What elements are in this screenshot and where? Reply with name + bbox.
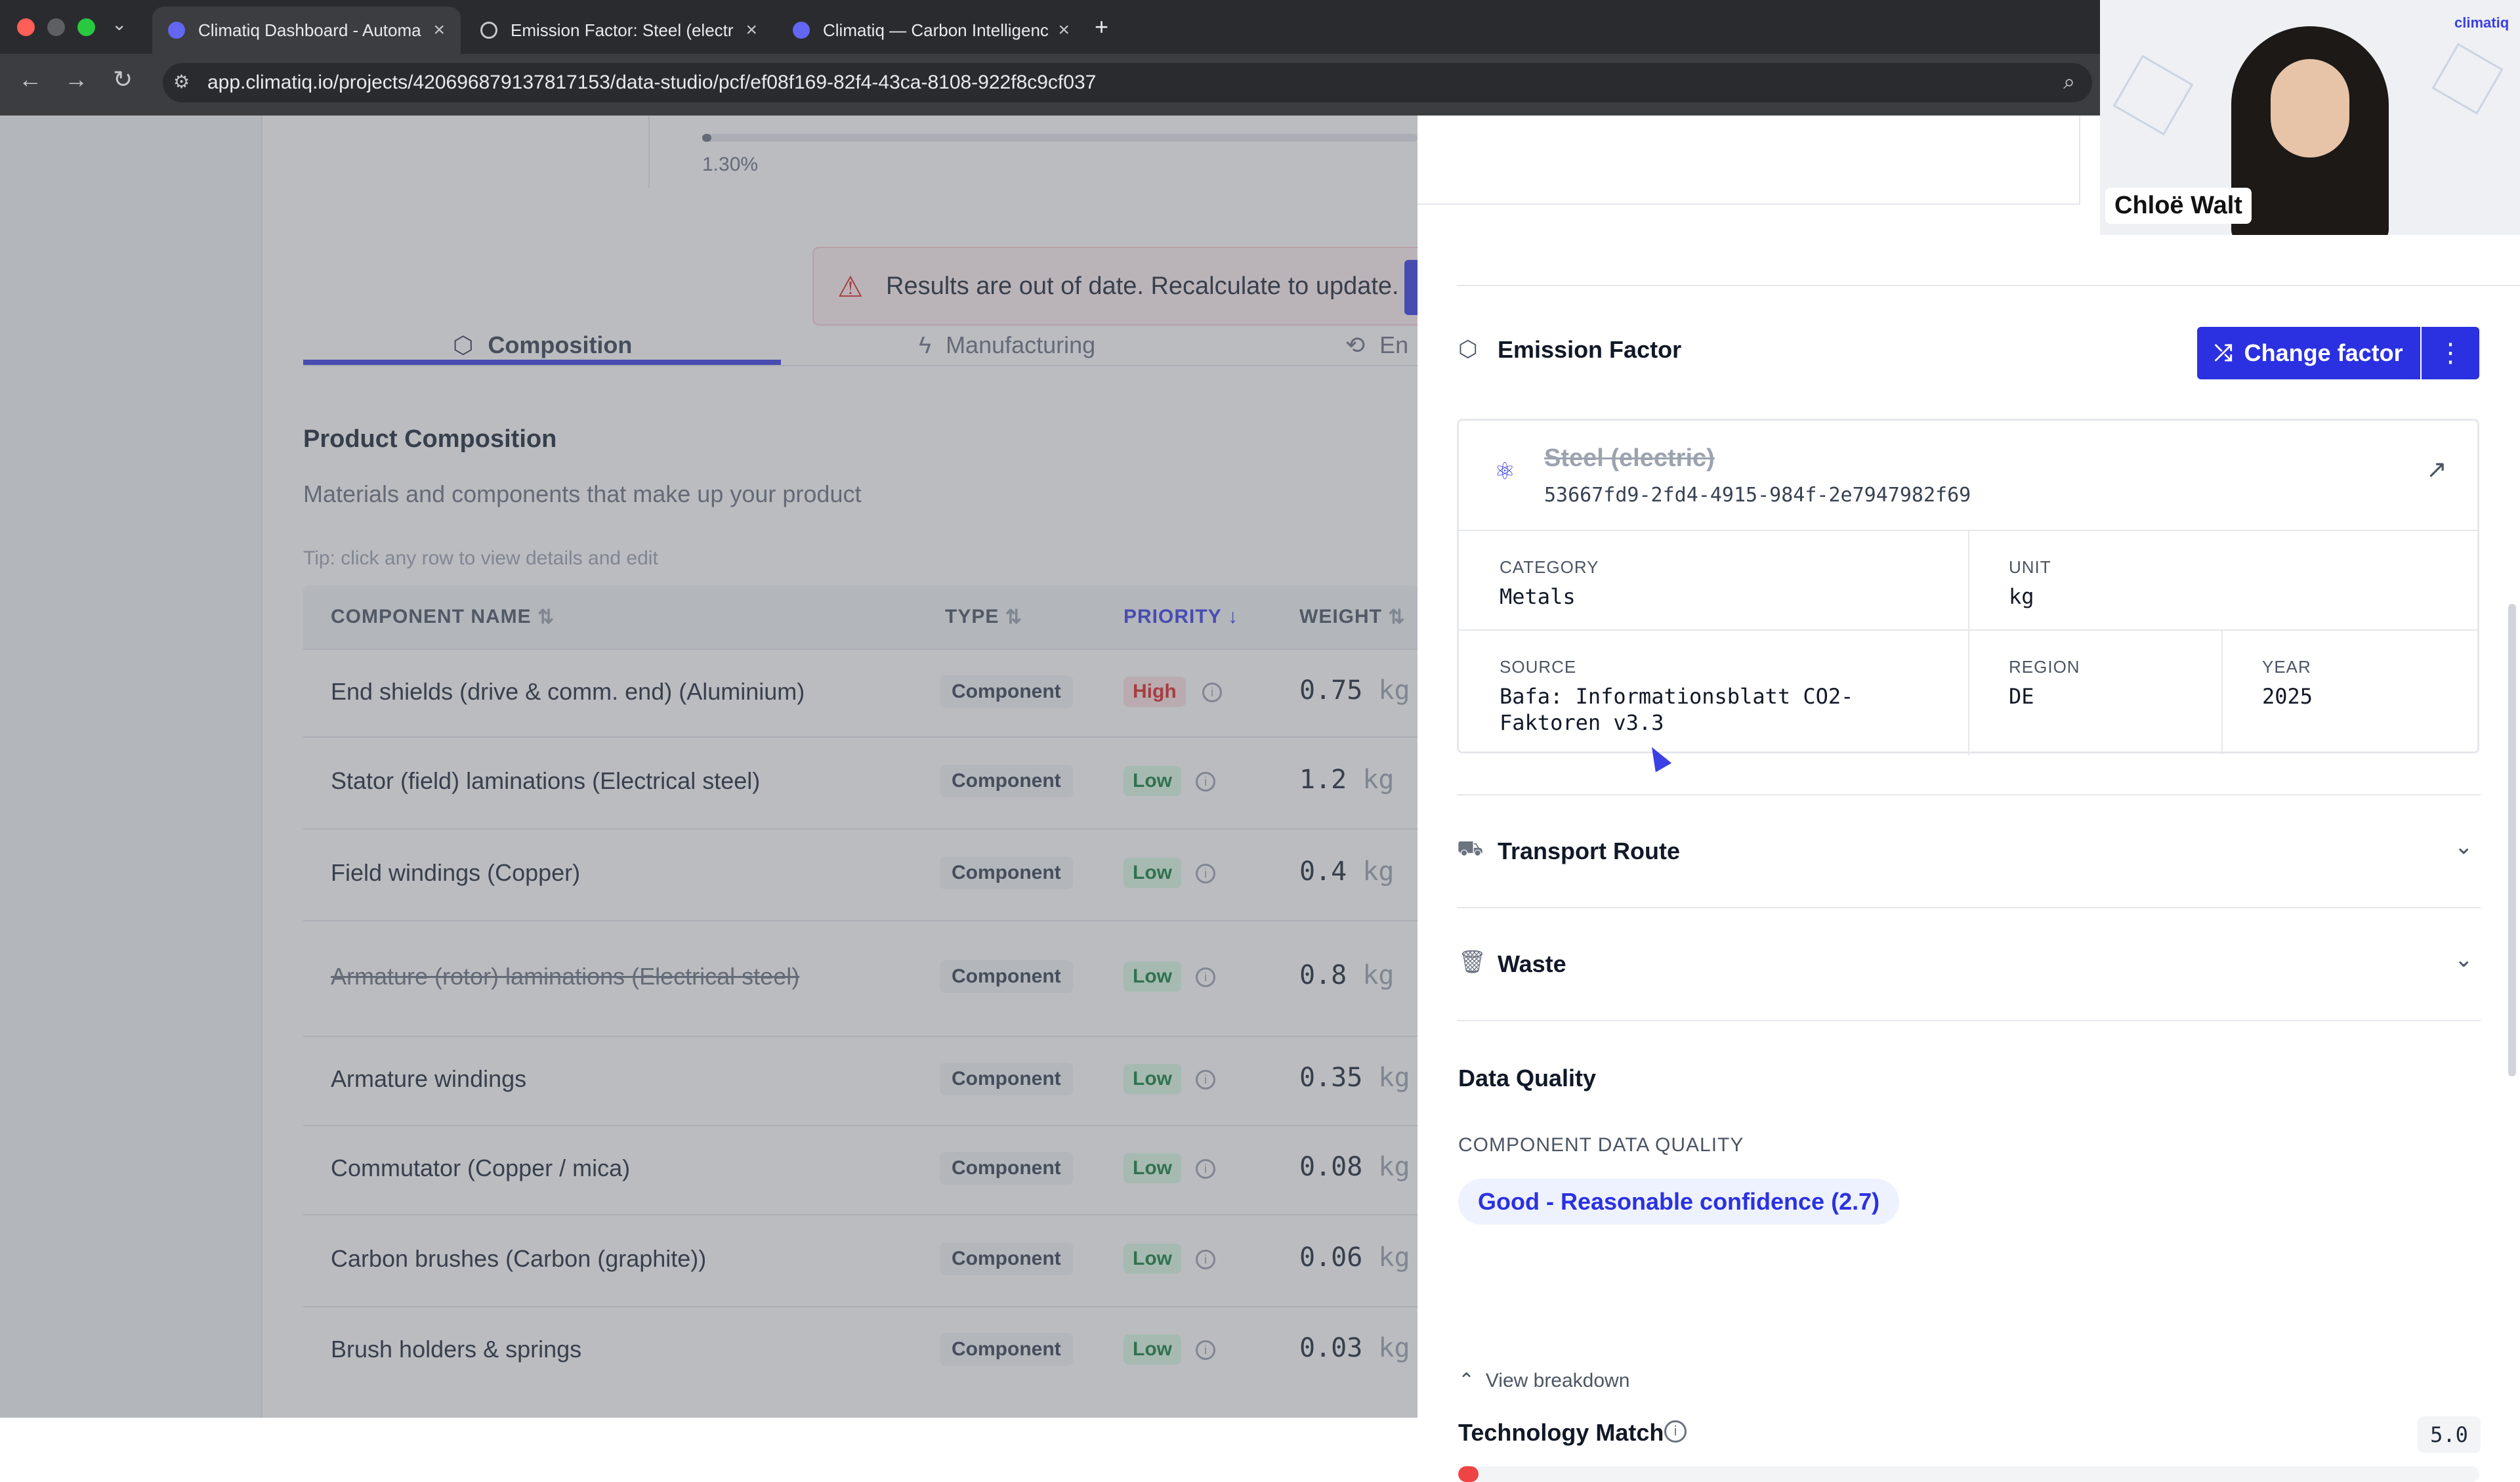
new-tab-button[interactable]: + — [1095, 13, 1108, 41]
browser-tab-emission-factor[interactable]: Emission Factor: Steel (electr × — [465, 7, 773, 54]
chevron-down-icon[interactable]: ⌄ — [2454, 834, 2473, 860]
data-quality-badge: Good - Reasonable confidence (2.7) — [1458, 1179, 1900, 1225]
technology-match-label: Technology Match — [1458, 1419, 1664, 1446]
climatiq-favicon-icon — [793, 22, 810, 39]
presenter-avatar — [2231, 26, 2389, 235]
emission-factor-id: 53667fd9-2fd4-4915-984f-2e7947982f69 — [1544, 484, 1971, 507]
window-close-button[interactable] — [17, 18, 35, 36]
shuffle-icon: ⤮ — [2214, 340, 2233, 366]
address-bar[interactable]: ⚙ app.climatiq.io/projects/4206968791378… — [163, 63, 2092, 102]
window-zoom-button[interactable] — [77, 18, 95, 36]
unit-label: UNIT — [2009, 557, 2051, 577]
close-tab-icon[interactable]: × — [433, 19, 445, 41]
data-quality-title: Data Quality — [1458, 1065, 1597, 1091]
chevron-up-icon: ⌃ — [1458, 1370, 1475, 1391]
decorative-cube-icon — [2112, 54, 2194, 136]
year-value: 2025 — [2262, 684, 2313, 709]
panel-scrollbar[interactable] — [2508, 604, 2516, 1076]
divider — [1968, 530, 1969, 755]
region-label: REGION — [2009, 657, 2080, 677]
modal-overlay[interactable] — [0, 116, 1418, 1418]
presenter-face — [2271, 59, 2349, 158]
atom-icon: ⚛ — [1494, 457, 1516, 484]
source-label: SOURCE — [1500, 657, 1577, 677]
emission-factor-name[interactable]: Steel (electric) — [1544, 444, 1715, 473]
more-options-button[interactable]: ⋮ — [2422, 327, 2479, 379]
category-label: CATEGORY — [1500, 557, 1599, 577]
unit-value: kg — [2009, 584, 2034, 609]
climatiq-favicon-icon — [168, 22, 185, 39]
window-minimize-button[interactable] — [47, 18, 65, 36]
component-data-quality-label: COMPONENT DATA QUALITY — [1458, 1134, 1744, 1156]
emission-factor-card: ⚛ Steel (electric) 53667fd9-2fd4-4915-98… — [1457, 419, 2479, 755]
divider — [1459, 629, 2477, 631]
close-tab-icon[interactable]: × — [746, 19, 757, 41]
climatiq-logo: climatiq — [2454, 14, 2510, 31]
panel-header-box — [1418, 116, 2080, 205]
presenter-name: Chloë Walt — [2105, 188, 2252, 224]
region-value: DE — [2009, 684, 2034, 709]
waste-title: Waste — [1498, 950, 1566, 977]
browser-tab-dashboard[interactable]: Climatiq Dashboard - Automa × — [152, 7, 461, 54]
divider — [1457, 1020, 2481, 1021]
year-label: YEAR — [2262, 657, 2311, 677]
zoom-icon[interactable]: ⌕ — [2063, 70, 2075, 95]
category-value: Metals — [1500, 584, 1576, 609]
forward-button[interactable]: → — [64, 66, 88, 93]
divider — [1457, 285, 2520, 286]
webcam-overlay: climatiq Chloë Walt — [2100, 0, 2520, 235]
browser-tab-climatiq[interactable]: Climatiq — Carbon Intelligenc × — [777, 7, 1085, 54]
transport-route-title: Transport Route — [1498, 837, 1681, 864]
component-detail-panel: ⬡ Emission Factor ⤮ Change factor ⋮ ⚛ St… — [1418, 116, 2520, 1482]
divider — [1457, 794, 2481, 795]
info-icon[interactable]: i — [1664, 1420, 1687, 1443]
divider — [2221, 629, 2223, 754]
reload-button[interactable]: ↻ — [113, 66, 133, 93]
external-link-icon[interactable]: ↗ — [2426, 455, 2447, 484]
divider — [1457, 907, 2481, 908]
view-breakdown-toggle[interactable]: ⌃ View breakdown — [1458, 1369, 1629, 1392]
truck-icon: ⛟ — [1457, 836, 1484, 860]
chevron-down-icon[interactable]: ⌄ — [2454, 946, 2473, 973]
source-value: Bafa: Informationsblatt CO2-Faktoren v3.… — [1500, 684, 1854, 735]
close-tab-icon[interactable]: × — [1058, 19, 1070, 41]
technology-match-track — [1458, 1466, 2479, 1482]
decorative-cube-icon — [2431, 43, 2504, 115]
url-text: app.climatiq.io/projects/420696879137817… — [207, 72, 1097, 93]
cube-icon: ⬡ — [1458, 337, 1478, 362]
emission-factor-title: Emission Factor — [1498, 336, 1682, 363]
trash-icon: 🗑 — [1458, 950, 1487, 975]
change-factor-button[interactable]: ⤮ Change factor — [2197, 327, 2420, 379]
technology-match-score: 5.0 — [2418, 1416, 2481, 1453]
back-button[interactable]: ← — [18, 66, 42, 93]
globe-favicon-icon — [480, 22, 497, 39]
tab-search-chevron-icon[interactable]: ⌄ — [112, 13, 127, 35]
site-settings-icon[interactable]: ⚙ — [173, 71, 190, 93]
technology-match-fill — [1458, 1466, 1479, 1482]
